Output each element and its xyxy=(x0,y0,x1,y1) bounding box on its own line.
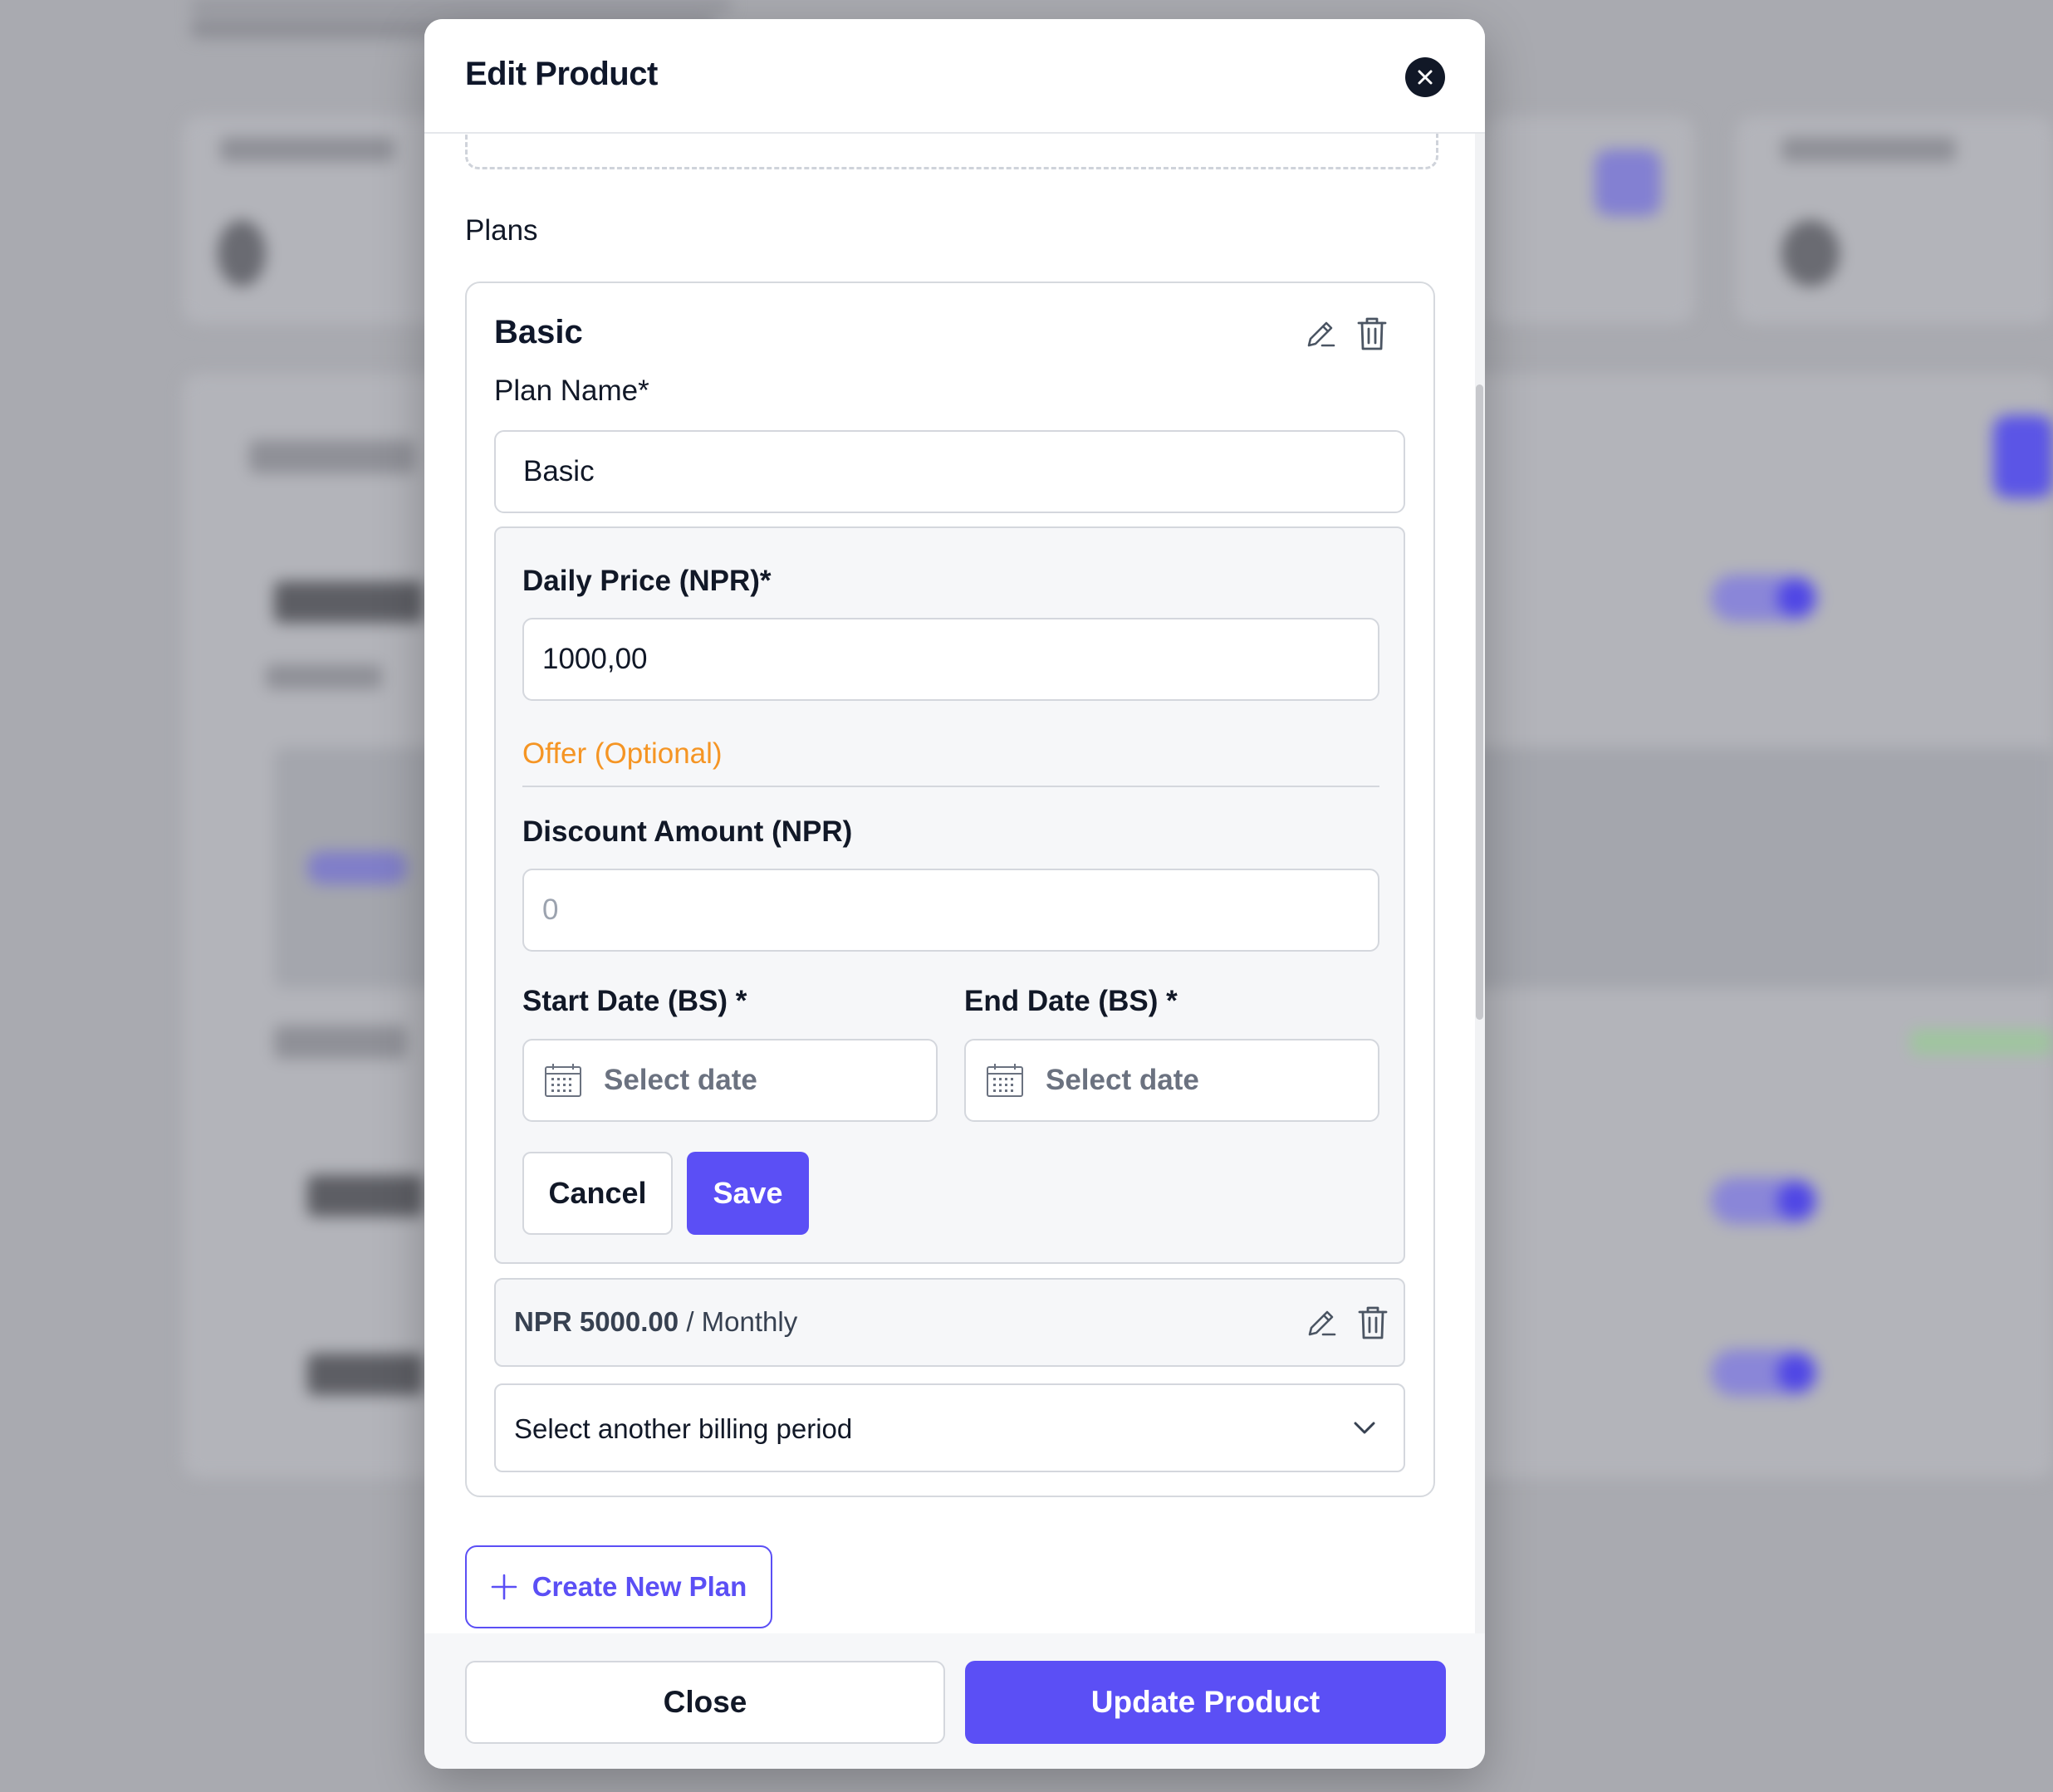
bg-blob xyxy=(218,220,266,286)
bg-bar xyxy=(274,1026,407,1059)
plan-title: Basic xyxy=(494,314,583,350)
delete-billing-button[interactable] xyxy=(1353,1303,1393,1343)
daily-price-input[interactable]: 1000,00 xyxy=(522,618,1379,701)
modal-header: Edit Product xyxy=(424,19,1485,134)
chevron-down-icon xyxy=(1354,1422,1375,1434)
cancel-button[interactable]: Cancel xyxy=(522,1152,673,1235)
bg-icon xyxy=(1595,149,1661,216)
daily-price-label: Daily Price (NPR)* xyxy=(522,565,772,597)
bg-toggle xyxy=(1711,1178,1819,1224)
image-dropzone[interactable] xyxy=(465,134,1438,169)
pencil-icon xyxy=(1308,1310,1336,1336)
plan-card: Basic Plan Name* Basic Daily Price (NPR)… xyxy=(465,282,1435,1497)
close-button[interactable]: Close xyxy=(465,1661,945,1744)
bg-bar xyxy=(191,0,731,12)
pencil-icon xyxy=(1307,321,1335,347)
save-button[interactable]: Save xyxy=(687,1152,809,1235)
edit-billing-button[interactable] xyxy=(1301,1303,1341,1343)
scrollbar-thumb[interactable] xyxy=(1476,384,1483,1020)
delete-plan-button[interactable] xyxy=(1352,314,1392,354)
plus-icon xyxy=(491,1574,517,1600)
bg-blob xyxy=(1781,220,1840,286)
bg-toggle xyxy=(1711,1349,1819,1396)
billing-period-row: NPR 5000.00 / Monthly xyxy=(494,1278,1405,1367)
start-date-input[interactable]: Select date xyxy=(522,1039,938,1122)
update-product-button[interactable]: Update Product xyxy=(965,1661,1446,1744)
billing-period: / Monthly xyxy=(686,1306,798,1337)
bg-toggle xyxy=(1711,575,1819,621)
modal-title: Edit Product xyxy=(465,56,658,92)
trash-icon xyxy=(1358,1306,1388,1339)
bg-bar xyxy=(307,1354,424,1395)
plan-name-label: Plan Name* xyxy=(494,375,649,407)
trash-icon xyxy=(1357,317,1387,350)
bg-bar xyxy=(307,1175,424,1217)
create-new-plan-label: Create New Plan xyxy=(532,1571,747,1602)
bg-bar xyxy=(274,581,424,623)
create-new-plan-button[interactable]: Create New Plan xyxy=(465,1545,772,1628)
start-date-placeholder: Select date xyxy=(604,1064,757,1096)
bg-badge xyxy=(1910,1030,2053,1055)
bg-button xyxy=(1993,415,2053,498)
edit-product-modal: Edit Product Plans Basic Plan Name* Basi xyxy=(424,19,1485,1769)
billing-period-select-label: Select another billing period xyxy=(514,1413,853,1444)
end-date-input[interactable]: Select date xyxy=(964,1039,1379,1122)
pricing-editor: Daily Price (NPR)* 1000,00 Offer (Option… xyxy=(494,526,1405,1264)
bg-bar xyxy=(266,664,382,689)
offer-label: Offer (Optional) xyxy=(522,737,723,770)
bg-bar xyxy=(1781,137,1956,162)
billing-price-text: NPR 5000.00 / Monthly xyxy=(514,1306,797,1338)
billing-price: NPR 5000.00 xyxy=(514,1306,679,1337)
calendar-icon xyxy=(987,1064,1023,1097)
bg-bar xyxy=(249,440,415,473)
edit-plan-button[interactable] xyxy=(1301,314,1340,354)
modal-body[interactable]: Plans Basic Plan Name* Basic Daily Price… xyxy=(424,134,1475,1633)
billing-period-select[interactable]: Select another billing period xyxy=(494,1383,1405,1472)
calendar-icon xyxy=(545,1064,581,1097)
plan-name-input[interactable]: Basic xyxy=(494,430,1405,513)
offer-divider xyxy=(522,786,1379,787)
discount-amount-label: Discount Amount (NPR) xyxy=(522,815,853,848)
start-date-label: Start Date (BS) * xyxy=(522,985,747,1017)
bg-stat-card xyxy=(1487,116,1694,324)
end-date-label: End Date (BS) * xyxy=(964,985,1178,1017)
discount-amount-input[interactable]: 0 xyxy=(522,869,1379,952)
bg-bar xyxy=(220,137,394,162)
close-icon xyxy=(1418,70,1433,85)
modal-footer: Close Update Product xyxy=(424,1633,1485,1769)
close-modal-button[interactable] xyxy=(1405,57,1445,97)
plans-section-label: Plans xyxy=(465,214,538,247)
end-date-placeholder: Select date xyxy=(1046,1064,1199,1096)
bg-chip xyxy=(307,851,407,884)
